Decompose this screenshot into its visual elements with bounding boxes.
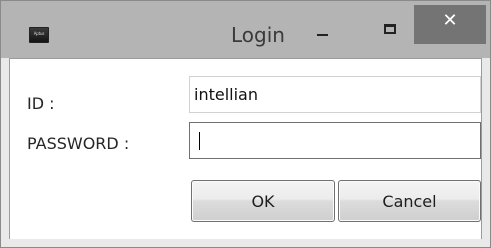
app-icon: Aptus — [29, 27, 49, 43]
cancel-button[interactable]: Cancel — [338, 180, 481, 222]
login-window: Aptus Login ✕ ID : intellian PASSWORD : … — [0, 0, 491, 248]
close-icon: ✕ — [442, 10, 458, 31]
minimize-icon — [317, 34, 328, 36]
id-field[interactable]: intellian — [189, 76, 481, 113]
title-bar[interactable]: Aptus Login ✕ — [1, 1, 490, 58]
close-button[interactable]: ✕ — [414, 5, 486, 44]
maximize-button[interactable] — [371, 14, 417, 48]
minimize-button[interactable] — [305, 14, 351, 48]
ok-button-label: OK — [251, 192, 275, 211]
app-icon-label: Aptus — [33, 31, 45, 36]
maximize-icon — [384, 24, 396, 34]
id-value: intellian — [194, 85, 258, 104]
cancel-button-label: Cancel — [382, 192, 437, 211]
password-field[interactable] — [189, 122, 481, 159]
ok-button[interactable]: OK — [191, 180, 335, 222]
id-label: ID : — [27, 94, 55, 113]
text-caret — [199, 132, 200, 150]
window-title: Login — [231, 23, 285, 47]
password-label: PASSWORD : — [27, 134, 130, 153]
